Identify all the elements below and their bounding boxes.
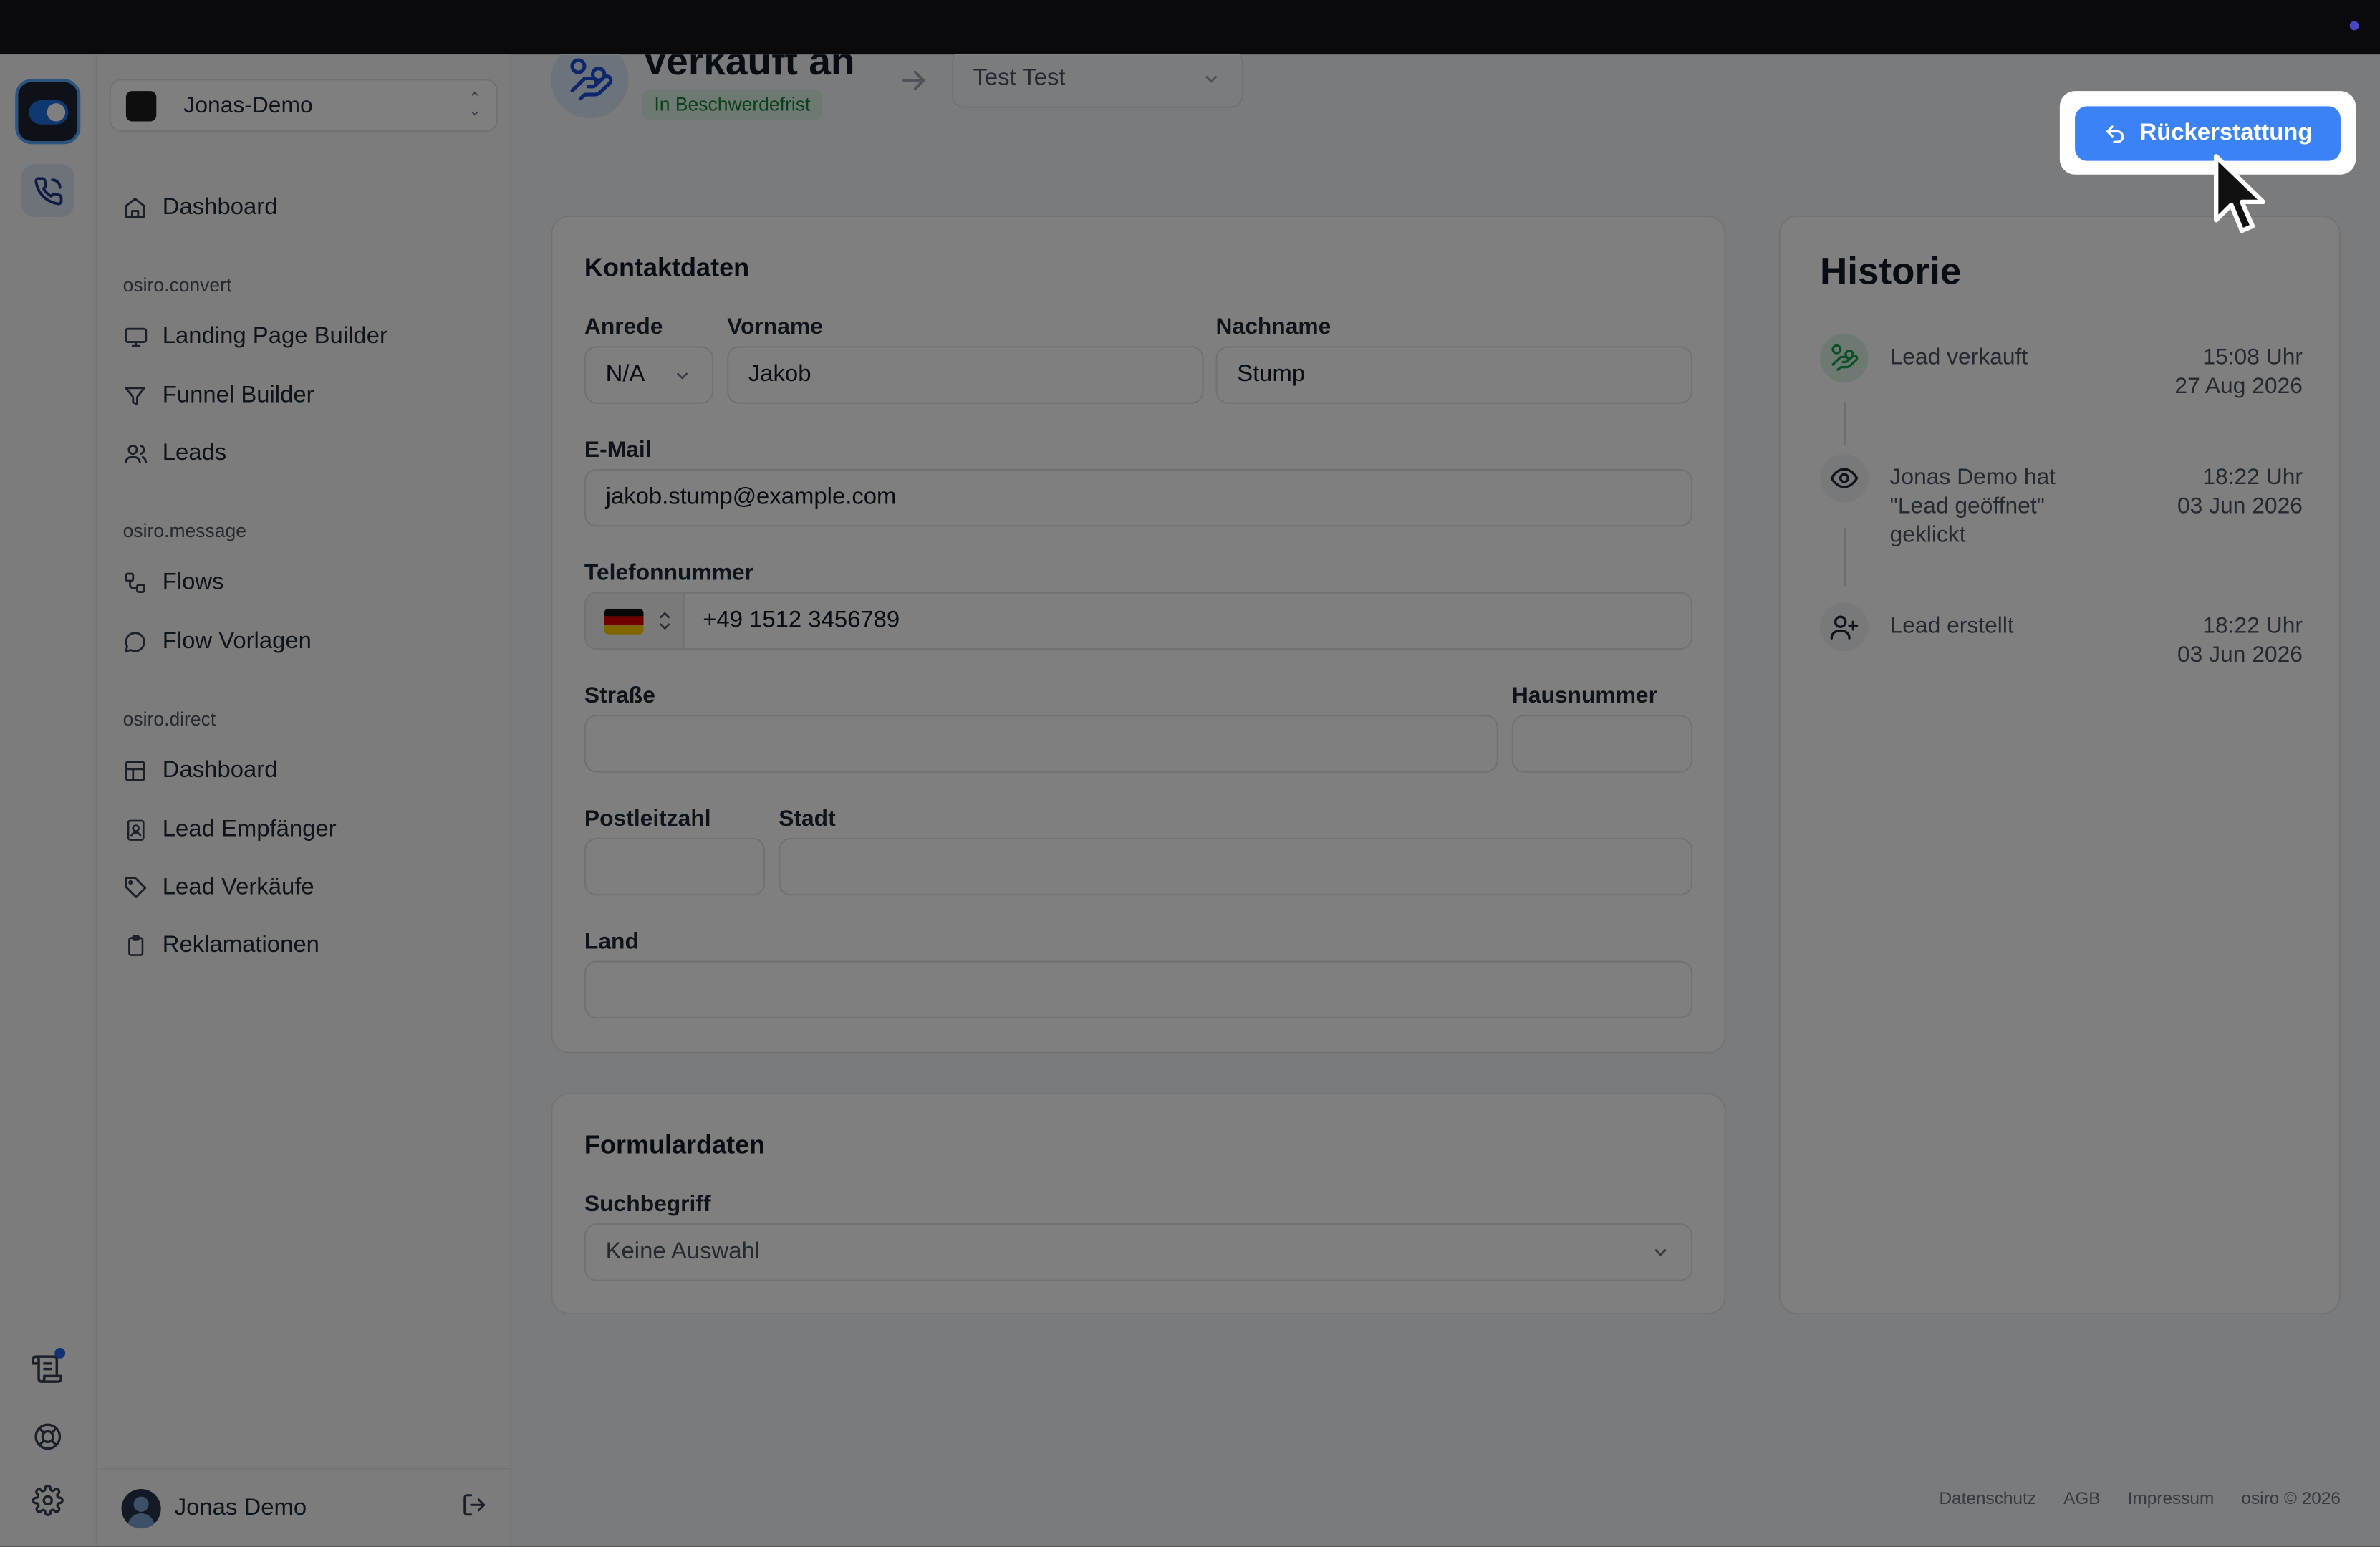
refund-label: Rückerstattung <box>2139 120 2313 146</box>
system-top-bar <box>0 0 2380 55</box>
refund-button[interactable]: Rückerstattung <box>2075 106 2341 161</box>
undo-icon <box>2106 125 2124 143</box>
status-dot <box>2349 21 2359 31</box>
modal-dim-overlay <box>0 54 2380 1547</box>
mouse-cursor-icon <box>2213 154 2266 233</box>
screen: Jonas-Demo ⌃⌄ Dashboard osiro.convert La… <box>0 0 2380 1547</box>
